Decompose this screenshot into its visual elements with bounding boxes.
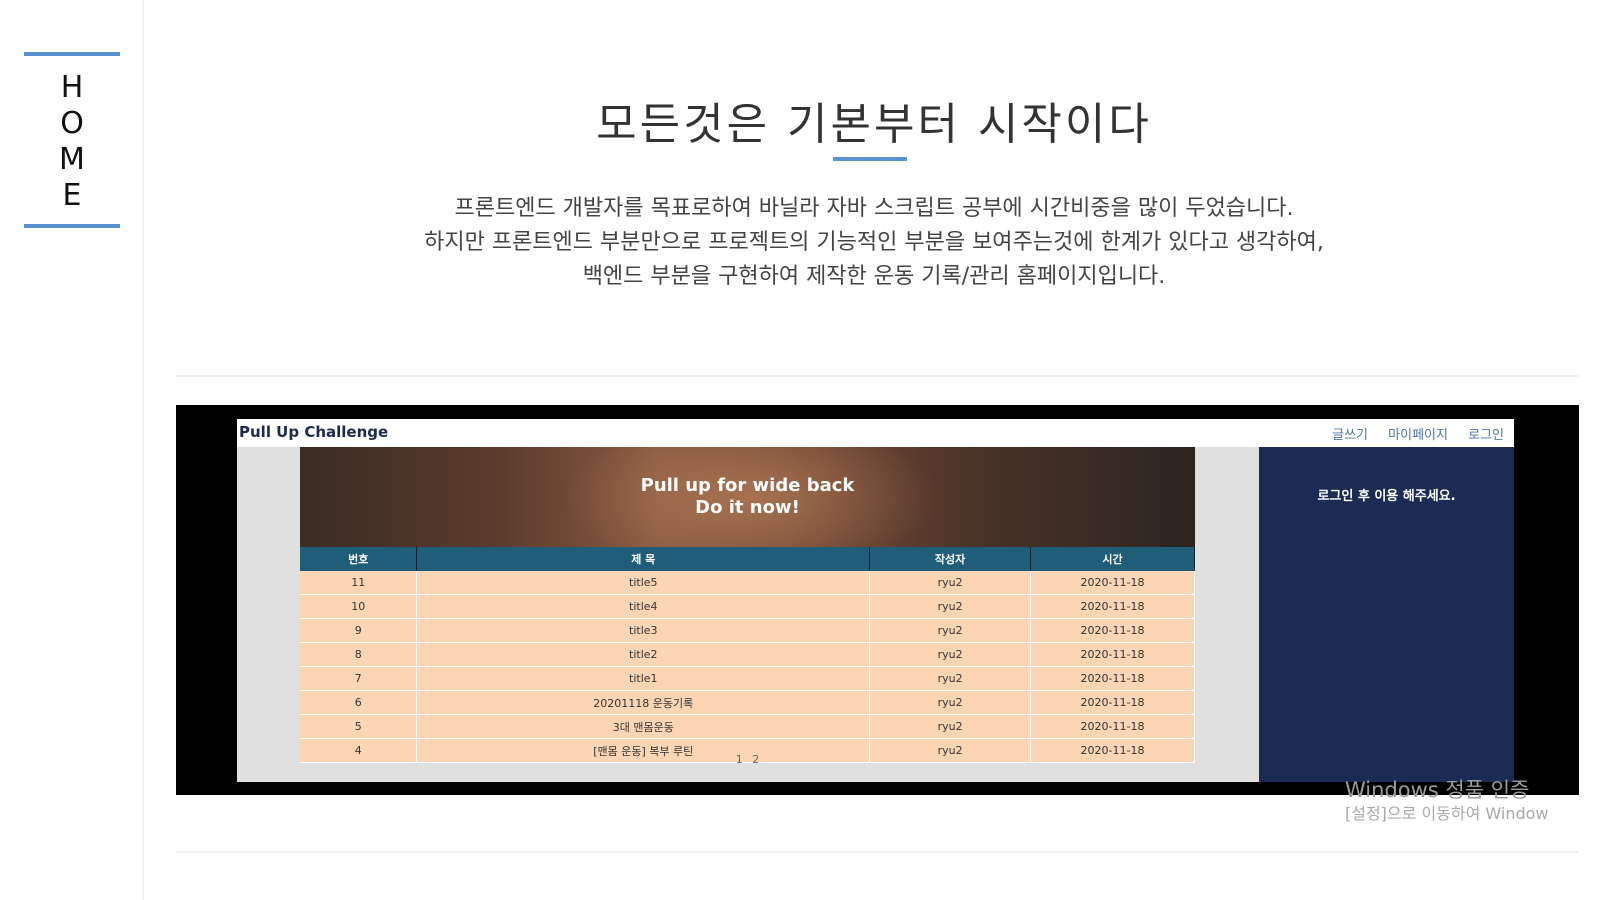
- cell-number: 7: [300, 666, 418, 691]
- home-letter: O: [60, 106, 84, 141]
- cell-author: ryu2: [869, 714, 1032, 739]
- table-row[interactable]: 7 title1 ryu2 2020-11-18: [300, 666, 1195, 691]
- banner-line: Pull up for wide back: [640, 475, 855, 496]
- cell-author: ryu2: [869, 594, 1032, 619]
- cell-title[interactable]: title3: [416, 618, 871, 643]
- cell-author: ryu2: [869, 571, 1032, 595]
- description-line: 프론트엔드 개발자를 목표로하여 바닐라 자바 스크립트 공부에 시간비중을 많…: [454, 196, 1294, 221]
- description-line: 백엔드 부분을 구현하여 제작한 운동 기록/관리 홈페이지입니다.: [582, 264, 1166, 289]
- cell-number: 8: [300, 642, 418, 667]
- description-line: 하지만 프론트엔드 부분만으로 프로젝트의 기능적인 부분을 보여주는것에 한계…: [424, 230, 1324, 255]
- cell-time: 2020-11-18: [1030, 690, 1195, 715]
- table-row[interactable]: 10 title4 ryu2 2020-11-18: [300, 594, 1195, 619]
- table-body: 11 title5 ryu2 2020-11-18 10 title4 ryu2 2020-1…: [300, 571, 1195, 763]
- banner-line: Do it now!: [695, 497, 800, 518]
- cell-number: 11: [300, 571, 418, 595]
- page-link[interactable]: 1: [736, 753, 743, 766]
- cell-time: 2020-11-18: [1030, 666, 1195, 691]
- sidebar: H O M E: [0, 0, 144, 900]
- preview-pagination: 1 2: [300, 753, 1195, 766]
- table-row[interactable]: 9 title3 ryu2 2020-11-18: [300, 618, 1195, 643]
- preview-banner: Pull up for wide back Do it now!: [300, 447, 1195, 547]
- table-row[interactable]: 11 title5 ryu2 2020-11-18: [300, 571, 1195, 595]
- table-row[interactable]: 6 20201118 운동기록 ryu2 2020-11-18: [300, 690, 1195, 715]
- cell-number: 10: [300, 594, 418, 619]
- cell-author: ryu2: [869, 618, 1032, 643]
- column-header-title: 제 목: [416, 547, 871, 571]
- home-letter: M: [59, 142, 85, 177]
- cell-time: 2020-11-18: [1030, 618, 1195, 643]
- cell-title[interactable]: title4: [416, 594, 871, 619]
- preview-window: Pull Up Challenge 글쓰기 마이페이지 로그인 Pull up …: [237, 419, 1514, 782]
- cell-number: 9: [300, 618, 418, 643]
- page-description: 프론트엔드 개발자를 목표로하여 바닐라 자바 스크립트 공부에 시간비중을 많…: [143, 192, 1605, 294]
- cell-number: 6: [300, 690, 418, 715]
- table-row[interactable]: 5 3대 맨몸운동 ryu2 2020-11-18: [300, 714, 1195, 739]
- cell-title[interactable]: title1: [416, 666, 871, 691]
- cell-title[interactable]: 3대 맨몸운동: [416, 714, 871, 739]
- preview-nav-write[interactable]: 글쓰기: [1332, 428, 1368, 443]
- preview-header: Pull Up Challenge 글쓰기 마이페이지 로그인: [237, 419, 1514, 447]
- activation-watermark-hint: [설정]으로 이동하여 Window: [1345, 804, 1549, 823]
- cell-title[interactable]: 20201118 운동기록: [416, 690, 871, 715]
- preview-board-table: 번호 제 목 작성자 시간 11 title5 ryu2 2020-11-18 10 ti…: [300, 547, 1195, 763]
- divider-top: [176, 375, 1579, 377]
- project-screenshot: Pull Up Challenge 글쓰기 마이페이지 로그인 Pull up …: [176, 405, 1579, 795]
- home-letter: E: [62, 178, 82, 213]
- divider-bottom: [176, 851, 1579, 853]
- cell-time: 2020-11-18: [1030, 571, 1195, 595]
- cell-title[interactable]: title5: [416, 571, 871, 595]
- preview-nav-login[interactable]: 로그인: [1468, 428, 1504, 443]
- preview-nav-mypage[interactable]: 마이페이지: [1388, 428, 1448, 443]
- title-underline: [833, 157, 907, 161]
- preview-nav: 글쓰기 마이페이지 로그인: [1316, 424, 1504, 443]
- page-title: 모든것은 기본부터 시작이다: [596, 99, 1152, 150]
- column-header-time: 시간: [1030, 547, 1195, 571]
- table-row[interactable]: 8 title2 ryu2 2020-11-18: [300, 642, 1195, 667]
- cell-author: ryu2: [869, 666, 1032, 691]
- cell-time: 2020-11-18: [1030, 594, 1195, 619]
- cell-author: ryu2: [869, 690, 1032, 715]
- cell-title[interactable]: title2: [416, 642, 871, 667]
- cell-time: 2020-11-18: [1030, 714, 1195, 739]
- cell-number: 5: [300, 714, 418, 739]
- banner-text: Pull up for wide back Do it now!: [300, 475, 1195, 519]
- home-letter: H: [60, 70, 84, 105]
- cell-time: 2020-11-18: [1030, 642, 1195, 667]
- preview-brand: Pull Up Challenge: [239, 423, 389, 441]
- home-nav-label[interactable]: H O M E: [24, 52, 120, 228]
- preview-login-panel: 로그인 후 이용 해주세요.: [1259, 447, 1514, 782]
- login-required-message: 로그인 후 이용 해주세요.: [1317, 489, 1456, 504]
- cell-author: ryu2: [869, 642, 1032, 667]
- column-header-number: 번호: [300, 547, 418, 571]
- page-link[interactable]: 2: [752, 753, 759, 766]
- column-header-author: 작성자: [869, 547, 1032, 571]
